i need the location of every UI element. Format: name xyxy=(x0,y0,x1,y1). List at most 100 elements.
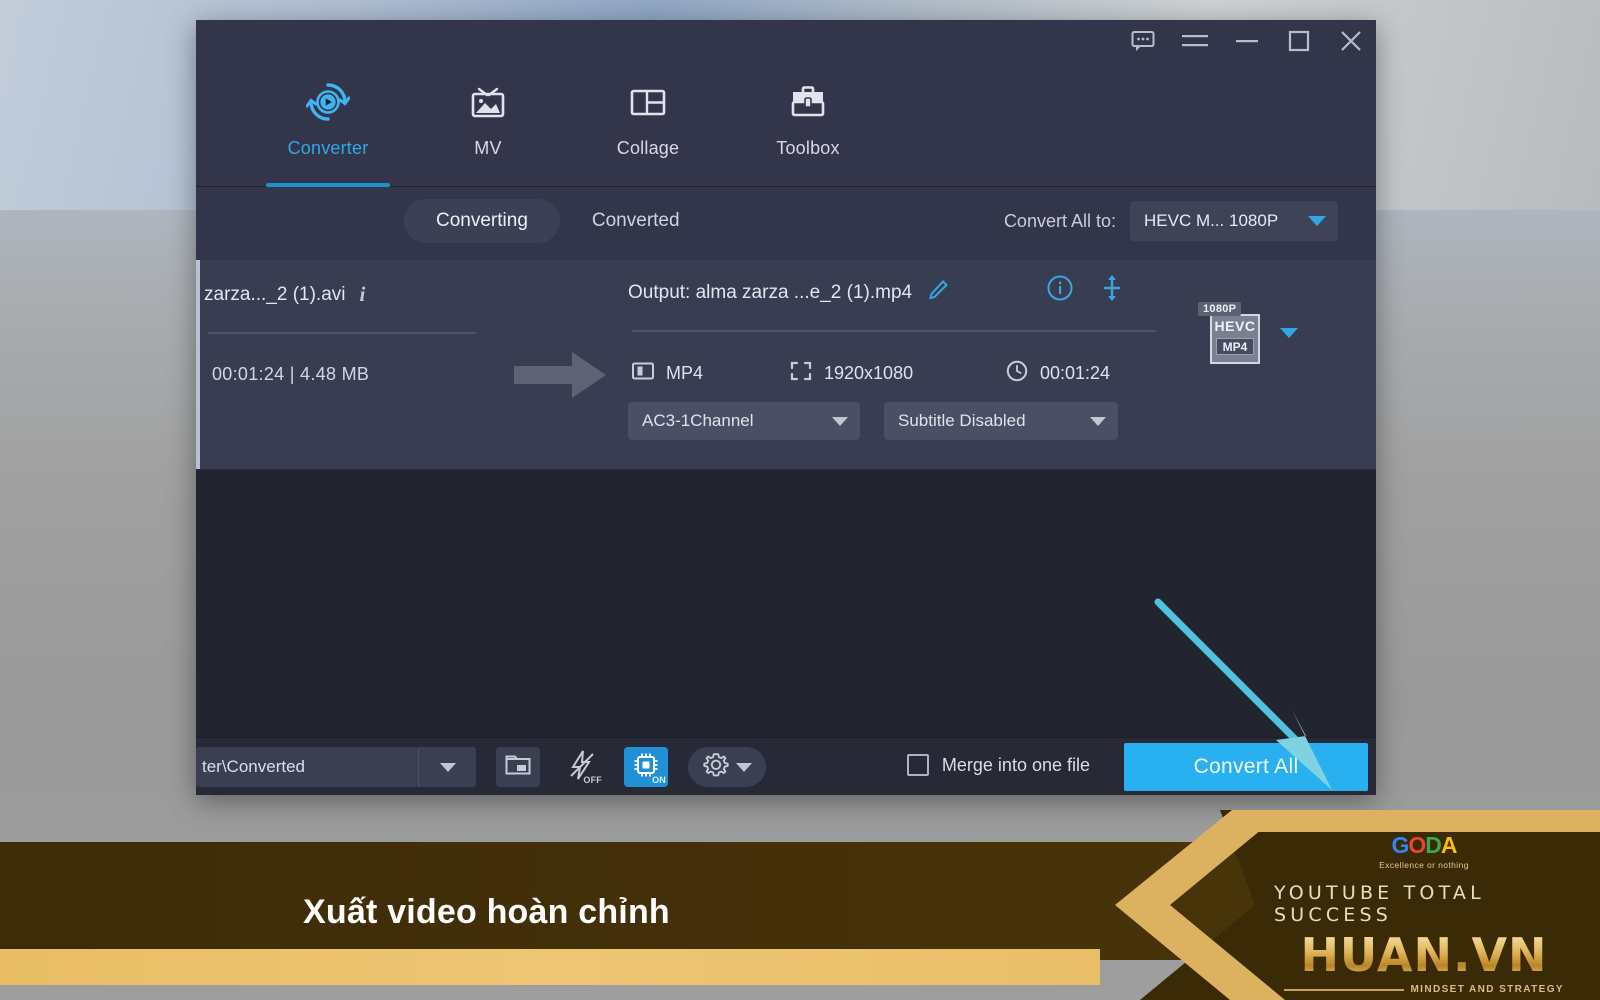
output-file-name: Output: alma zarza ...e_2 (1).mp4 xyxy=(628,281,913,303)
badge-codec-label: HEVC xyxy=(1214,318,1256,334)
maximize-icon[interactable] xyxy=(1286,28,1312,54)
mv-icon xyxy=(466,80,510,124)
merge-into-one-file-option[interactable]: Merge into one file xyxy=(906,754,1090,776)
tab-collage[interactable]: Collage xyxy=(568,62,728,187)
app-window: Converter MV Collage Toolbox Converting … xyxy=(196,20,1376,795)
chevron-down-icon xyxy=(736,762,752,772)
edit-pencil-icon[interactable] xyxy=(926,278,950,307)
gpu-state: ON xyxy=(652,775,666,785)
clock-icon xyxy=(1006,360,1028,387)
output-meta-row: MP4 1920x1080 00:01:24 xyxy=(632,360,1172,387)
tab-toolbox-label: Toolbox xyxy=(776,138,840,158)
output-resolution-item: 1920x1080 xyxy=(790,361,1006,386)
convert-all-button[interactable]: Convert All xyxy=(1124,743,1368,791)
convert-all-to-label: Convert All to: xyxy=(1003,210,1116,231)
chevron-down-icon[interactable] xyxy=(1280,328,1298,338)
output-actions xyxy=(1046,274,1124,307)
tab-toolbox[interactable]: Toolbox xyxy=(728,62,888,187)
goda-logo: GODA Excellence or nothing xyxy=(1379,832,1469,870)
source-file-name-row: zarza..._2 (1).avi i xyxy=(204,282,624,307)
convert-all-to-value: HEVC M... 1080P xyxy=(1144,211,1279,230)
segment-converting[interactable]: Converting xyxy=(404,199,560,243)
info-italic-icon[interactable]: i xyxy=(360,282,366,307)
source-file-meta: 00:01:24 | 4.48 MB xyxy=(212,364,370,384)
brand-line-2: HUAN.VN xyxy=(1300,928,1548,982)
brand-line-1: YOUTUBE TOTAL SUCCESS xyxy=(1274,882,1485,926)
chevron-down-icon xyxy=(1308,216,1326,226)
goda-letter-o: O xyxy=(1408,832,1426,858)
output-path-dropdown[interactable] xyxy=(418,747,476,787)
toolbox-icon xyxy=(786,80,830,124)
output-resolution-value: 1920x1080 xyxy=(824,363,914,383)
source-file-column: zarza..._2 (1).avi i 00:01:24 | 4.48 MB xyxy=(204,282,624,384)
goda-letter-g: G xyxy=(1391,832,1409,858)
hamburger-menu-icon[interactable] xyxy=(1182,28,1208,54)
title-bar xyxy=(196,20,1376,62)
brand-block: GODA Excellence or nothing YOUTUBE TOTAL… xyxy=(1274,832,1574,995)
badge-container-label: MP4 xyxy=(1216,338,1254,355)
subtitle-track-select[interactable]: Subtitle Disabled xyxy=(884,402,1118,440)
output-divider xyxy=(632,330,1156,332)
tab-converter[interactable]: Converter xyxy=(248,62,408,187)
convert-all-to-select[interactable]: HEVC M... 1080P xyxy=(1130,201,1338,241)
badge-resolution-label: 1080P xyxy=(1198,302,1242,316)
banner-caption: Xuất video hoàn chỉnh xyxy=(303,893,670,931)
promo-banner: Xuất video hoàn chỉnh GODA Excellence or… xyxy=(0,810,1600,1000)
goda-wordmark: GODA xyxy=(1391,832,1458,859)
sub-toolbar: Converting Converted Convert All to: HEV… xyxy=(196,187,1376,260)
tab-mv[interactable]: MV xyxy=(408,62,568,187)
gear-icon xyxy=(702,751,730,784)
gpu-acceleration-toggle[interactable]: ON xyxy=(624,747,668,787)
goda-tagline: Excellence or nothing xyxy=(1379,860,1469,870)
track-selectors: AC3-1Channel Subtitle Disabled xyxy=(628,402,1118,440)
conversion-arrow-icon xyxy=(514,348,606,407)
output-format-item: MP4 xyxy=(632,362,790,385)
minimize-icon[interactable] xyxy=(1234,28,1260,54)
output-file-column: Output: alma zarza ...e_2 (1).mp4 xyxy=(628,275,1168,332)
main-nav-tabs: Converter MV Collage Toolbox xyxy=(196,62,1376,187)
goda-letter-a: A xyxy=(1440,832,1458,858)
speech-bubble-icon[interactable] xyxy=(1130,28,1156,54)
tab-collage-label: Collage xyxy=(616,138,680,158)
output-path-field[interactable]: ter\Converted xyxy=(196,747,418,787)
close-icon[interactable] xyxy=(1338,28,1364,54)
chevron-down-icon xyxy=(439,762,456,772)
converter-icon xyxy=(306,80,350,124)
output-format-badge-group[interactable]: HEVC MP4 1080P xyxy=(1198,302,1298,364)
goda-letter-d: D xyxy=(1425,832,1442,858)
collage-icon xyxy=(626,80,670,124)
chevron-down-icon xyxy=(1090,416,1106,426)
audio-track-value: AC3-1Channel xyxy=(642,411,754,430)
segment-converted[interactable]: Converted xyxy=(560,199,712,243)
resize-icon xyxy=(790,361,812,386)
source-file-name: zarza..._2 (1).avi xyxy=(204,283,346,305)
format-badge-icon: HEVC MP4 1080P xyxy=(1198,302,1260,364)
window-controls xyxy=(1130,24,1364,58)
merge-label: Merge into one file xyxy=(941,754,1090,775)
brand-line-3-row: MINDSET AND STRATEGY xyxy=(1284,984,1564,995)
conversion-list-body xyxy=(196,470,1376,737)
output-duration-item: 00:01:24 xyxy=(1006,360,1110,387)
output-path-value: ter\Converted xyxy=(202,757,305,776)
settings-button[interactable] xyxy=(688,747,766,787)
merge-checkbox[interactable] xyxy=(906,754,929,776)
brand-line-3: MINDSET AND STRATEGY xyxy=(1410,984,1564,995)
output-duration-value: 00:01:24 xyxy=(1040,363,1111,383)
output-format-value: MP4 xyxy=(666,363,704,383)
convert-all-to-group: Convert All to: HEVC M... 1080P xyxy=(1004,201,1338,241)
banner-gold-band xyxy=(0,949,1100,985)
source-divider xyxy=(208,332,476,334)
high-speed-conversion-toggle[interactable]: OFF xyxy=(560,747,604,787)
brand-rule xyxy=(1284,988,1405,991)
audio-track-select[interactable]: AC3-1Channel xyxy=(628,402,860,440)
bottom-toolbar: ter\Converted OFF ON Merge into one file… xyxy=(196,737,1376,795)
move-handle-icon[interactable] xyxy=(1100,274,1124,307)
chevron-down-icon xyxy=(832,416,848,426)
conversion-list-item[interactable]: zarza..._2 (1).avi i 00:01:24 | 4.48 MB … xyxy=(196,260,1376,470)
folder-icon xyxy=(505,754,531,781)
open-folder-button[interactable] xyxy=(496,747,540,787)
high-speed-state: OFF xyxy=(583,775,602,785)
subtitle-track-value: Subtitle Disabled xyxy=(898,411,1026,430)
info-circle-icon[interactable] xyxy=(1046,274,1074,307)
film-icon xyxy=(632,362,654,385)
